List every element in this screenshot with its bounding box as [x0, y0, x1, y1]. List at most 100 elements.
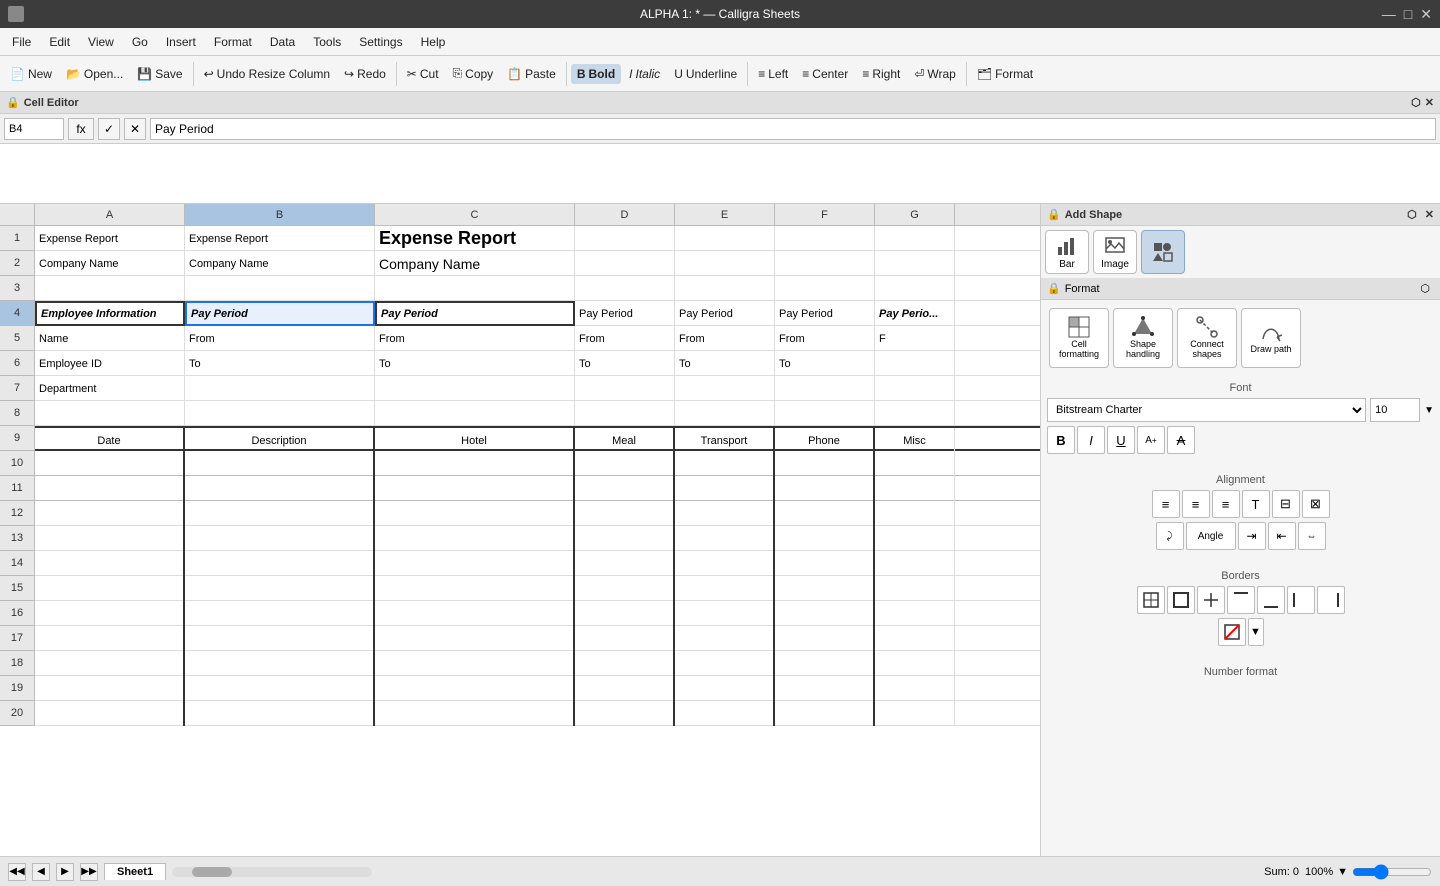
zoom-dropdown[interactable]: ▼: [1337, 866, 1348, 878]
cell-g3[interactable]: [875, 276, 955, 301]
cell-a13[interactable]: [35, 526, 185, 551]
cell-formatting-button[interactable]: Cell formatting: [1049, 308, 1109, 368]
cell-d3[interactable]: [575, 276, 675, 301]
cell-f6[interactable]: To: [775, 351, 875, 376]
save-button[interactable]: 💾 Save: [131, 64, 188, 84]
cell-c7[interactable]: [375, 376, 575, 401]
menu-format[interactable]: Format: [206, 32, 260, 52]
cell-a20[interactable]: [35, 701, 185, 726]
cell-e15[interactable]: [675, 576, 775, 601]
cell-c16[interactable]: [375, 601, 575, 626]
cell-c8[interactable]: [375, 401, 575, 426]
cell-g12[interactable]: [875, 501, 955, 526]
bar-chart-button[interactable]: Bar: [1045, 230, 1089, 274]
cell-g2[interactable]: [875, 251, 955, 276]
cell-c18[interactable]: [375, 651, 575, 676]
cancel-button[interactable]: ✕: [124, 118, 146, 140]
open-button[interactable]: 📂 Open...: [60, 64, 129, 84]
cell-f13[interactable]: [775, 526, 875, 551]
cell-f19[interactable]: [775, 676, 875, 701]
menu-go[interactable]: Go: [124, 32, 156, 52]
font-underline-button[interactable]: U: [1107, 426, 1135, 454]
border-color-dropdown[interactable]: ▼: [1248, 618, 1264, 646]
cell-d2[interactable]: [575, 251, 675, 276]
cell-b2[interactable]: Company Name: [185, 251, 375, 276]
cell-a10[interactable]: [35, 451, 185, 476]
cell-b19[interactable]: [185, 676, 375, 701]
cell-g17[interactable]: [875, 626, 955, 651]
align-right-button2[interactable]: ≡: [1212, 490, 1240, 518]
cell-a7[interactable]: Department: [35, 376, 185, 401]
font-bold-button[interactable]: B: [1047, 426, 1075, 454]
border-top-button[interactable]: [1227, 586, 1255, 614]
cell-d20[interactable]: [575, 701, 675, 726]
cell-a16[interactable]: [35, 601, 185, 626]
cell-d7[interactable]: [575, 376, 675, 401]
undo-button[interactable]: ↩ Undo Resize Column: [198, 64, 336, 84]
zoom-slider[interactable]: [1352, 864, 1432, 880]
angle-button[interactable]: Angle: [1186, 522, 1236, 550]
cell-f16[interactable]: [775, 601, 875, 626]
italic-button[interactable]: I Italic: [623, 64, 666, 84]
cell-g6[interactable]: [875, 351, 955, 376]
cell-g14[interactable]: [875, 551, 955, 576]
font-italic-button[interactable]: I: [1077, 426, 1105, 454]
cell-reference-input[interactable]: [4, 118, 64, 140]
cell-b13[interactable]: [185, 526, 375, 551]
cell-g18[interactable]: [875, 651, 955, 676]
cell-e14[interactable]: [675, 551, 775, 576]
font-superscript-button[interactable]: A+: [1137, 426, 1165, 454]
cell-c12[interactable]: [375, 501, 575, 526]
wrap-button[interactable]: ⏎ Wrap: [908, 64, 962, 84]
add-shape-expand-icon[interactable]: ⬡: [1407, 208, 1417, 221]
maximize-button[interactable]: □: [1404, 6, 1412, 23]
cell-g19[interactable]: [875, 676, 955, 701]
cell-c19[interactable]: [375, 676, 575, 701]
cell-e18[interactable]: [675, 651, 775, 676]
shape-handling-button[interactable]: Shape handling: [1113, 308, 1173, 368]
cell-d16[interactable]: [575, 601, 675, 626]
cell-e9[interactable]: Transport: [675, 428, 775, 453]
cell-c15[interactable]: [375, 576, 575, 601]
format-panel-expand-icon[interactable]: ⬡: [1420, 282, 1430, 295]
copy-button[interactable]: ⎘ Copy: [447, 63, 500, 84]
cell-b16[interactable]: [185, 601, 375, 626]
menu-edit[interactable]: Edit: [41, 32, 78, 52]
border-left-button[interactable]: [1287, 586, 1315, 614]
cell-g16[interactable]: [875, 601, 955, 626]
cell-a9[interactable]: Date: [35, 428, 185, 453]
cell-e7[interactable]: [675, 376, 775, 401]
cell-e20[interactable]: [675, 701, 775, 726]
cell-d19[interactable]: [575, 676, 675, 701]
cell-g9[interactable]: Misc: [875, 428, 955, 453]
cell-c11[interactable]: [375, 476, 575, 501]
shrink-button[interactable]: ⇔: [1298, 522, 1326, 550]
cell-e1[interactable]: [675, 226, 775, 251]
redo-button[interactable]: ↪ Redo: [338, 64, 392, 84]
cell-b10[interactable]: [185, 451, 375, 476]
cell-e2[interactable]: [675, 251, 775, 276]
col-header-f[interactable]: F: [775, 204, 875, 225]
cell-c3[interactable]: [375, 276, 575, 301]
formula-button[interactable]: fx: [68, 118, 94, 140]
cell-f10[interactable]: [775, 451, 875, 476]
cell-f3[interactable]: [775, 276, 875, 301]
cell-e8[interactable]: [675, 401, 775, 426]
cell-f14[interactable]: [775, 551, 875, 576]
cell-g11[interactable]: [875, 476, 955, 501]
menu-data[interactable]: Data: [262, 32, 303, 52]
sheet-tab-sheet1[interactable]: Sheet1: [104, 863, 166, 880]
align-center-button[interactable]: ≡ Center: [796, 64, 854, 84]
menu-insert[interactable]: Insert: [158, 32, 204, 52]
cell-b11[interactable]: [185, 476, 375, 501]
cell-c6[interactable]: To: [375, 351, 575, 376]
cell-f12[interactable]: [775, 501, 875, 526]
border-inner-button[interactable]: [1197, 586, 1225, 614]
cell-f20[interactable]: [775, 701, 875, 726]
format-button[interactable]: 🗂 Format: [971, 64, 1039, 84]
cell-b5[interactable]: From: [185, 326, 375, 351]
align-left-button[interactable]: ≡ Left: [752, 64, 794, 84]
cell-e10[interactable]: [675, 451, 775, 476]
indent-button[interactable]: ⇥: [1238, 522, 1266, 550]
cell-e12[interactable]: [675, 501, 775, 526]
